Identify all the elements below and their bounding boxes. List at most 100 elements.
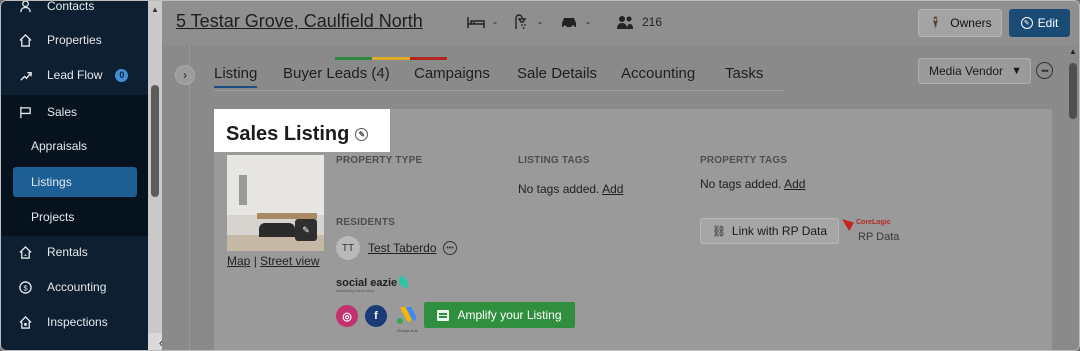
sidebar-item-inspections[interactable]: Inspections — [1, 305, 148, 339]
svg-text:$: $ — [23, 283, 27, 292]
expand-panel-button[interactable]: › — [175, 65, 195, 85]
sidebar-item-label: Accounting — [47, 280, 107, 294]
leadflow-icon — [18, 68, 32, 82]
photo-links: Map | Street view — [227, 254, 320, 268]
bedrooms: - — [467, 14, 497, 30]
tab-buyer-leads[interactable]: Buyer Leads (4) — [283, 65, 390, 82]
tab-listing[interactable]: Listing — [214, 65, 258, 88]
tab-sale-details[interactable]: Sale Details — [517, 65, 597, 82]
leaf-icon — [399, 276, 409, 288]
tab-tasks[interactable]: Tasks — [725, 65, 763, 82]
residents-label: RESIDENTS — [336, 217, 396, 228]
sidebar-scrollbar[interactable]: ▲ — [148, 1, 162, 350]
sidebar-subitem-listings[interactable]: Listings — [13, 167, 137, 197]
tab-campaigns[interactable]: Campaigns — [414, 65, 490, 82]
sidebar-subitem-label: Listings — [31, 175, 72, 189]
buyer-leads-status-bar — [335, 57, 447, 60]
chevron-right-icon: › — [183, 68, 187, 82]
media-vendor-value: Media Vendor — [929, 64, 1004, 78]
main-content: › Listing Buyer Leads (4) Campaigns Sale… — [162, 45, 1079, 350]
person-icon — [18, 1, 32, 13]
sidebar-item-label: Rentals — [47, 245, 88, 259]
people-icon — [617, 16, 633, 29]
home-icon — [18, 33, 32, 47]
more-options-button[interactable]: ••• — [1036, 62, 1053, 79]
photo-chair — [259, 223, 295, 237]
amplify-listing-label: Amplify your Listing — [457, 308, 562, 322]
sidebar-subitem-appraisals[interactable]: Appraisals — [1, 131, 148, 161]
bedrooms-value: - — [493, 15, 497, 29]
main-scrollbar[interactable]: ▲ — [1066, 45, 1079, 350]
street-view-link[interactable]: Street view — [260, 254, 319, 268]
sales-sign-icon — [18, 105, 32, 119]
people-count-value: 216 — [642, 15, 663, 29]
card-title: Sales Listing ✎ — [226, 123, 369, 146]
facebook-icon[interactable]: f — [365, 305, 387, 327]
media-vendor-select[interactable]: Media Vendor ▼ — [918, 58, 1031, 84]
resident-name-link[interactable]: Test Taberdo — [368, 241, 437, 255]
sidebar-subitem-label: Projects — [31, 210, 75, 224]
edit-button-label: Edit — [1037, 16, 1059, 30]
owner-person-icon: 🕴 — [928, 16, 944, 30]
car-icon — [562, 18, 576, 29]
google-ads-icon[interactable] — [395, 305, 417, 327]
photo-lamp — [239, 175, 247, 205]
property-type-label: PROPERTY TYPE — [336, 155, 423, 166]
google-ads-caption: Google Ads — [397, 328, 418, 333]
property-header: 5 Testar Grove, Caulfield North - - - 21… — [162, 1, 1079, 45]
tab-accounting[interactable]: Accounting — [621, 65, 695, 82]
sidebar-item-sales[interactable]: Sales — [1, 95, 148, 129]
bathrooms-value: - — [538, 15, 542, 29]
edit-title-icon[interactable]: ✎ — [355, 128, 369, 141]
pencil-icon: ✎ — [302, 224, 310, 235]
rp-data-text: RP Data — [858, 231, 900, 243]
link-rp-data-button[interactable]: ⛓ Link with RP Data — [700, 218, 839, 244]
sidebar-item-accounting[interactable]: $ Accounting — [1, 270, 148, 304]
car-spaces-value: - — [586, 15, 590, 29]
resident-options-icon[interactable]: ••• — [443, 241, 457, 255]
edit-photo-button[interactable]: ✎ — [295, 219, 317, 241]
sidebar-item-rentals[interactable]: Rentals — [1, 235, 148, 269]
scroll-up-arrow-icon[interactable]: ▲ — [1069, 47, 1077, 56]
corelogic-mark-icon — [842, 219, 854, 231]
sidebar-item-properties[interactable]: Properties — [1, 23, 148, 57]
sidebar-scroll-thumb[interactable] — [151, 85, 159, 197]
property-photo[interactable]: ✎ — [227, 155, 324, 251]
sidebar-item-label: Properties — [47, 33, 102, 47]
listing-tags-label: LISTING TAGS — [518, 155, 590, 166]
app-window: Contacts Properties Lead Flow 0 Sales Ap… — [0, 0, 1080, 351]
edit-button[interactable]: ✎ Edit — [1009, 9, 1070, 37]
card-title-highlight: Sales Listing ✎ — [214, 109, 390, 152]
sidebar-subitem-label: Appraisals — [31, 139, 88, 153]
add-listing-tag-link[interactable]: Add — [602, 182, 623, 196]
main-scroll-thumb[interactable] — [1069, 63, 1077, 119]
owners-button-label: Owners — [950, 16, 992, 30]
add-property-tag-link[interactable]: Add — [784, 177, 805, 191]
dollar-icon: $ — [18, 280, 32, 294]
sidebar-item-label: Contacts — [47, 0, 95, 13]
amplify-listing-button[interactable]: Amplify your Listing — [424, 302, 575, 328]
listing-tags-empty: No tags added. — [518, 182, 600, 196]
sales-group: Sales Appraisals Listings Projects — [1, 95, 148, 236]
bathrooms: - — [512, 14, 542, 30]
scroll-up-arrow-icon[interactable]: ▲ — [151, 5, 159, 14]
ellipsis-icon: ••• — [1041, 65, 1049, 76]
property-tags-label: PROPERTY TAGS — [700, 155, 788, 166]
shower-icon — [515, 14, 527, 29]
property-address[interactable]: 5 Testar Grove, Caulfield North — [176, 11, 423, 32]
owners-button[interactable]: 🕴 Owners — [918, 9, 1002, 37]
instagram-icon[interactable]: ◎ — [336, 305, 358, 327]
sidebar-item-label: Lead Flow — [47, 68, 103, 82]
bed-icon — [467, 17, 485, 28]
sidebar-item-lead-flow[interactable]: Lead Flow 0 — [1, 58, 148, 92]
listing-tabs: Listing Buyer Leads (4) Campaigns Sale D… — [214, 57, 784, 91]
edit-pencil-icon: ✎ — [1020, 17, 1033, 29]
social-eazie-tagline: marketing made easy — [336, 288, 375, 293]
chat-icon — [437, 309, 450, 321]
map-link[interactable]: Map — [227, 254, 250, 268]
link-rp-data-label: Link with RP Data — [731, 224, 828, 238]
sidebar-subitem-projects[interactable]: Projects — [1, 202, 148, 232]
house-key-icon — [18, 245, 32, 259]
people-count: 216 — [616, 14, 662, 30]
sidebar-item-contacts[interactable]: Contacts — [1, 0, 148, 23]
